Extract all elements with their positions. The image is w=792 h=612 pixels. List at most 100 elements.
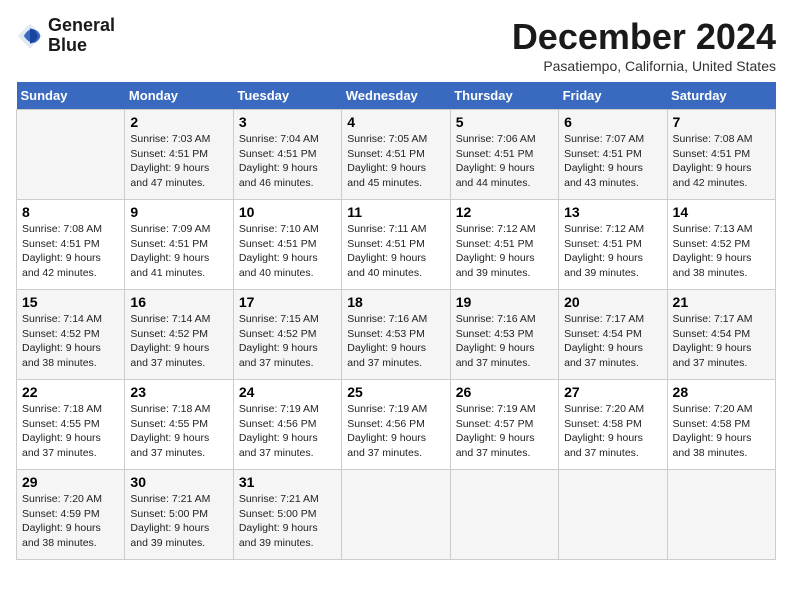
logo-icon (16, 22, 44, 50)
day-number: 28 (673, 384, 770, 400)
day-number: 4 (347, 114, 444, 130)
table-row: 31 Sunrise: 7:21 AMSunset: 5:00 PMDayligh… (233, 470, 341, 560)
day-number: 30 (130, 474, 227, 490)
col-saturday: Saturday (667, 82, 775, 110)
day-number: 17 (239, 294, 336, 310)
table-row: 21 Sunrise: 7:17 AMSunset: 4:54 PMDayligh… (667, 290, 775, 380)
day-number: 9 (130, 204, 227, 220)
table-row: 28 Sunrise: 7:20 AMSunset: 4:58 PMDayligh… (667, 380, 775, 470)
table-row: 20Sunrise: 7:17 AMSunset: 4:54 PMDayligh… (559, 290, 667, 380)
day-number: 7 (673, 114, 770, 130)
day-info: Sunrise: 7:21 AMSunset: 5:00 PMDaylight:… (130, 493, 210, 549)
day-number: 14 (673, 204, 770, 220)
table-row: 12 Sunrise: 7:12 AMSunset: 4:51 PMDayligh… (450, 200, 558, 290)
table-row: 27 Sunrise: 7:20 AMSunset: 4:58 PMDayligh… (559, 380, 667, 470)
day-number: 6 (564, 114, 661, 130)
table-row: 19Sunrise: 7:16 AMSunset: 4:53 PMDayligh… (450, 290, 558, 380)
logo: General Blue (16, 16, 115, 56)
day-number: 13 (564, 204, 661, 220)
title-area: December 2024 Pasatiempo, California, Un… (512, 16, 776, 74)
header-row: Sunday Monday Tuesday Wednesday Thursday… (17, 82, 776, 110)
calendar-table: Sunday Monday Tuesday Wednesday Thursday… (16, 82, 776, 560)
day-number: 24 (239, 384, 336, 400)
day-number: 29 (22, 474, 119, 490)
table-row: 15 Sunrise: 7:14 AMSunset: 4:52 PMDayligh… (17, 290, 125, 380)
table-row: 5Sunrise: 7:06 AMSunset: 4:51 PMDaylight… (450, 110, 558, 200)
table-row: 13 Sunrise: 7:12 AMSunset: 4:51 PMDayligh… (559, 200, 667, 290)
day-info: Sunrise: 7:03 AMSunset: 4:51 PMDaylight:… (130, 133, 210, 189)
day-number: 15 (22, 294, 119, 310)
logo-text: General Blue (48, 16, 115, 56)
day-info: Sunrise: 7:12 AMSunset: 4:51 PMDaylight:… (564, 223, 644, 279)
day-info: Sunrise: 7:17 AMSunset: 4:54 PMDaylight:… (673, 313, 753, 369)
day-number: 20 (564, 294, 661, 310)
day-info: Sunrise: 7:08 AMSunset: 4:51 PMDaylight:… (22, 223, 102, 279)
day-info: Sunrise: 7:06 AMSunset: 4:51 PMDaylight:… (456, 133, 536, 189)
day-info: Sunrise: 7:20 AMSunset: 4:58 PMDaylight:… (564, 403, 644, 459)
table-row: 22 Sunrise: 7:18 AMSunset: 4:55 PMDayligh… (17, 380, 125, 470)
table-row: 2 Sunrise: 7:03 AMSunset: 4:51 PMDaylight… (125, 110, 233, 200)
day-info: Sunrise: 7:05 AMSunset: 4:51 PMDaylight:… (347, 133, 427, 189)
table-row (667, 470, 775, 560)
day-info: Sunrise: 7:20 AMSunset: 4:58 PMDaylight:… (673, 403, 753, 459)
day-number: 25 (347, 384, 444, 400)
day-info: Sunrise: 7:09 AMSunset: 4:51 PMDaylight:… (130, 223, 210, 279)
day-number: 12 (456, 204, 553, 220)
day-number: 19 (456, 294, 553, 310)
calendar-week-5: 29 Sunrise: 7:20 AMSunset: 4:59 PMDayligh… (17, 470, 776, 560)
table-row: 17 Sunrise: 7:15 AMSunset: 4:52 PMDayligh… (233, 290, 341, 380)
table-row: 14 Sunrise: 7:13 AMSunset: 4:52 PMDayligh… (667, 200, 775, 290)
table-row: 24 Sunrise: 7:19 AMSunset: 4:56 PMDayligh… (233, 380, 341, 470)
table-row: 10Sunrise: 7:10 AMSunset: 4:51 PMDayligh… (233, 200, 341, 290)
table-row: 6Sunrise: 7:07 AMSunset: 4:51 PMDaylight… (559, 110, 667, 200)
calendar-title: December 2024 (512, 16, 776, 58)
table-row: 16 Sunrise: 7:14 AMSunset: 4:52 PMDayligh… (125, 290, 233, 380)
table-row: 8 Sunrise: 7:08 AMSunset: 4:51 PMDaylight… (17, 200, 125, 290)
day-info: Sunrise: 7:11 AMSunset: 4:51 PMDaylight:… (347, 223, 426, 279)
day-info: Sunrise: 7:18 AMSunset: 4:55 PMDaylight:… (22, 403, 102, 459)
calendar-week-4: 22 Sunrise: 7:18 AMSunset: 4:55 PMDayligh… (17, 380, 776, 470)
day-info: Sunrise: 7:08 AMSunset: 4:51 PMDaylight:… (673, 133, 753, 189)
table-row: 25 Sunrise: 7:19 AMSunset: 4:56 PMDayligh… (342, 380, 450, 470)
day-info: Sunrise: 7:14 AMSunset: 4:52 PMDaylight:… (22, 313, 102, 369)
col-thursday: Thursday (450, 82, 558, 110)
table-row: 23Sunrise: 7:18 AMSunset: 4:55 PMDayligh… (125, 380, 233, 470)
day-number: 16 (130, 294, 227, 310)
calendar-week-1: 2 Sunrise: 7:03 AMSunset: 4:51 PMDaylight… (17, 110, 776, 200)
table-row: 7 Sunrise: 7:08 AMSunset: 4:51 PMDaylight… (667, 110, 775, 200)
day-number: 18 (347, 294, 444, 310)
col-sunday: Sunday (17, 82, 125, 110)
table-row: 11Sunrise: 7:11 AMSunset: 4:51 PMDayligh… (342, 200, 450, 290)
header: General Blue December 2024 Pasatiempo, C… (16, 16, 776, 74)
calendar-week-2: 8 Sunrise: 7:08 AMSunset: 4:51 PMDaylight… (17, 200, 776, 290)
table-row: 9 Sunrise: 7:09 AMSunset: 4:51 PMDaylight… (125, 200, 233, 290)
day-number: 22 (22, 384, 119, 400)
day-number: 21 (673, 294, 770, 310)
day-info: Sunrise: 7:13 AMSunset: 4:52 PMDaylight:… (673, 223, 753, 279)
day-info: Sunrise: 7:19 AMSunset: 4:56 PMDaylight:… (347, 403, 427, 459)
day-number: 31 (239, 474, 336, 490)
col-wednesday: Wednesday (342, 82, 450, 110)
calendar-week-3: 15 Sunrise: 7:14 AMSunset: 4:52 PMDayligh… (17, 290, 776, 380)
day-number: 2 (130, 114, 227, 130)
table-row (559, 470, 667, 560)
table-row (17, 110, 125, 200)
day-info: Sunrise: 7:20 AMSunset: 4:59 PMDaylight:… (22, 493, 102, 549)
day-info: Sunrise: 7:19 AMSunset: 4:57 PMDaylight:… (456, 403, 536, 459)
col-monday: Monday (125, 82, 233, 110)
day-number: 3 (239, 114, 336, 130)
table-row: 29 Sunrise: 7:20 AMSunset: 4:59 PMDayligh… (17, 470, 125, 560)
table-row: 4 Sunrise: 7:05 AMSunset: 4:51 PMDaylight… (342, 110, 450, 200)
day-number: 27 (564, 384, 661, 400)
day-info: Sunrise: 7:15 AMSunset: 4:52 PMDaylight:… (239, 313, 319, 369)
day-info: Sunrise: 7:19 AMSunset: 4:56 PMDaylight:… (239, 403, 319, 459)
table-row: 18Sunrise: 7:16 AMSunset: 4:53 PMDayligh… (342, 290, 450, 380)
day-number: 8 (22, 204, 119, 220)
day-info: Sunrise: 7:14 AMSunset: 4:52 PMDaylight:… (130, 313, 210, 369)
table-row (450, 470, 558, 560)
table-row (342, 470, 450, 560)
calendar-subtitle: Pasatiempo, California, United States (512, 58, 776, 74)
table-row: 30 Sunrise: 7:21 AMSunset: 5:00 PMDayligh… (125, 470, 233, 560)
day-info: Sunrise: 7:12 AMSunset: 4:51 PMDaylight:… (456, 223, 536, 279)
day-info: Sunrise: 7:21 AMSunset: 5:00 PMDaylight:… (239, 493, 319, 549)
